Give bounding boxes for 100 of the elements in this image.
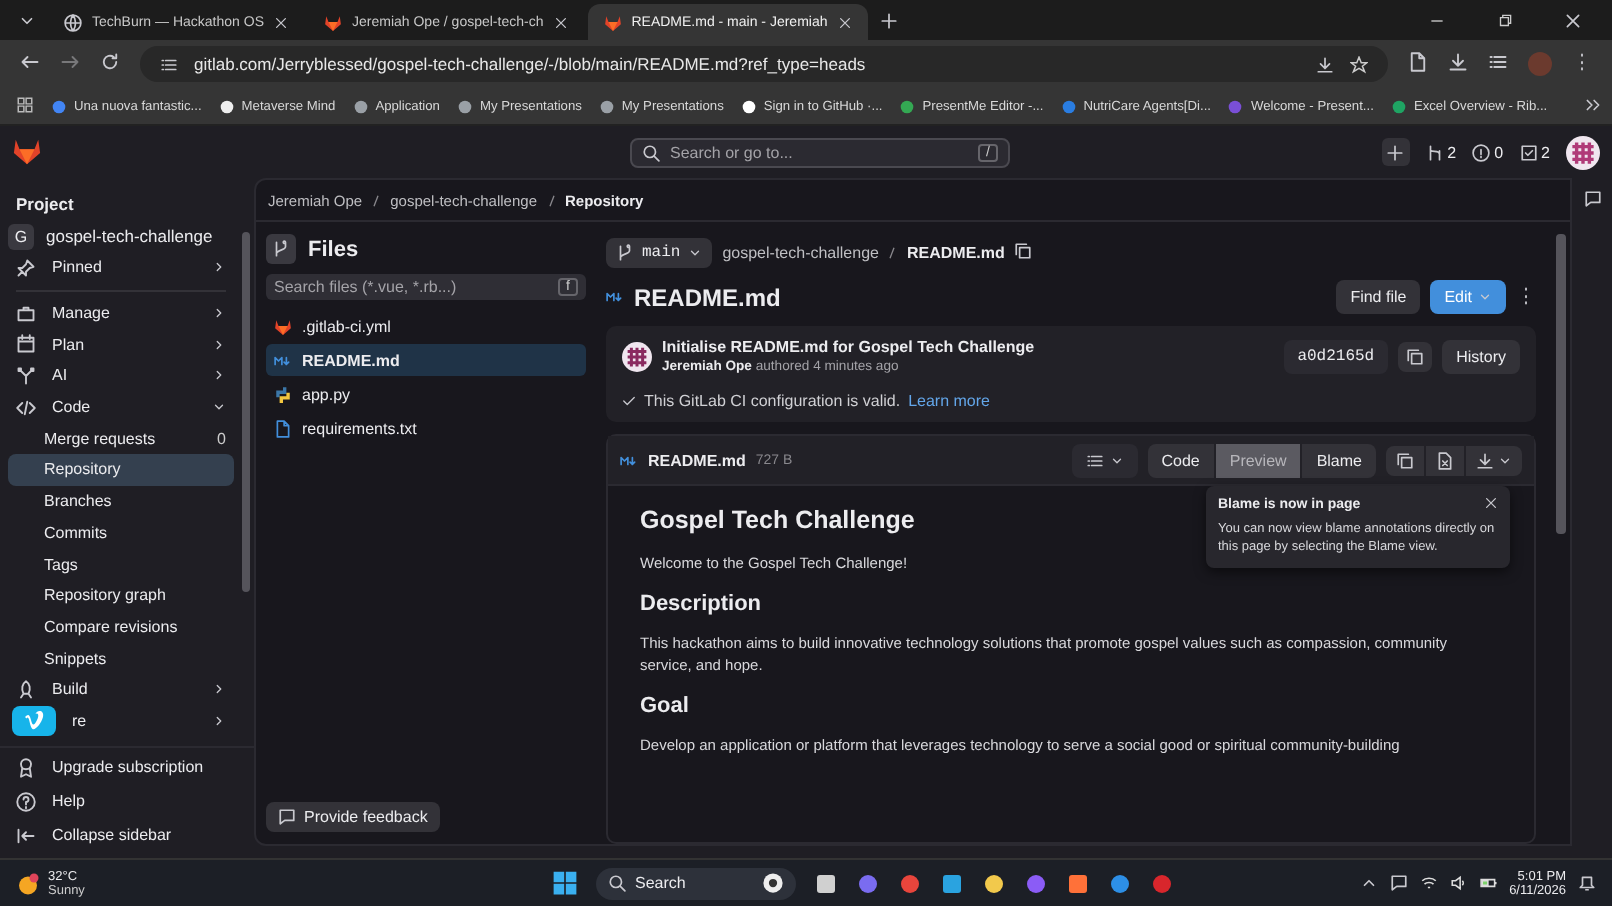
copy-icon [1396, 451, 1414, 469]
readme-subheading: Goal [640, 693, 691, 718]
view-toggle[interactable]: Blame [1302, 443, 1376, 477]
view-toggle[interactable]: Code [1147, 443, 1214, 477]
feedback-button[interactable]: Provide feedback [266, 802, 440, 832]
nav-item[interactable]: Manage [8, 297, 234, 329]
chevron-down-icon [1478, 290, 1492, 304]
history-button[interactable]: History [1442, 339, 1520, 373]
site-settings-icon [160, 55, 178, 73]
bookmark-favicon-icon [900, 99, 915, 113]
markdown-icon [274, 351, 292, 369]
user-avatar[interactable] [1566, 135, 1600, 169]
nav-subitem[interactable]: Compare revisions [8, 611, 234, 643]
nav-item[interactable]: Pinned [8, 252, 234, 284]
merge-request-icon [1425, 143, 1444, 161]
nav-item[interactable]: Code [8, 391, 234, 423]
search-icon [607, 874, 625, 892]
learn-more-link[interactable]: Learn more [908, 392, 990, 410]
taskbar-app-icon[interactable] [939, 871, 963, 895]
taskbar-app-icon[interactable] [813, 871, 837, 895]
copy-path-button[interactable] [1014, 242, 1033, 264]
branch-icon [616, 244, 634, 262]
bookmark-favicon-icon [1228, 99, 1243, 113]
nav-subitem[interactable]: Repository graph [8, 579, 234, 612]
open-raw-button[interactable] [1426, 445, 1464, 475]
chevron-right-icon [212, 713, 226, 728]
nav-item[interactable]: Plan [8, 328, 234, 361]
nav-subitem[interactable]: Repository [8, 454, 234, 486]
nav-icon [16, 679, 36, 700]
forward-arrow-icon [60, 52, 80, 72]
bookmark-favicon-icon [353, 99, 368, 113]
file-tree-item[interactable]: requirements.txt [266, 412, 586, 444]
speaker-icon [1449, 874, 1468, 892]
sidebar-footer-item[interactable]: Help [16, 790, 238, 812]
commit-message-link[interactable]: Initialise README.md for Gospel Tech Challenge [662, 338, 1035, 356]
close-icon [837, 15, 852, 29]
downloads-button[interactable] [1448, 52, 1468, 76]
project-link[interactable]: G gospel-tech-challenge [8, 220, 234, 252]
markdown-icon [620, 451, 638, 469]
outline-dropdown[interactable] [1071, 443, 1138, 477]
nav-subitem[interactable]: Branches [8, 485, 234, 517]
close-popover-button[interactable] [1484, 496, 1498, 514]
issue-icon [1472, 143, 1491, 161]
path-link[interactable]: gospel-tech-challenge [722, 244, 879, 262]
find-file-button[interactable]: Find file [1336, 280, 1421, 314]
download-icon [1476, 451, 1494, 469]
counter-button[interactable]: 0 [1472, 143, 1504, 161]
create-new-button[interactable] [1381, 138, 1410, 166]
taskbar-search-field[interactable]: Search [595, 867, 795, 899]
back-arrow-icon [20, 52, 40, 72]
markdown-icon [606, 288, 624, 306]
readme-subheading: Description [640, 591, 764, 616]
files-title: Files [308, 237, 359, 261]
nav-subitem[interactable]: Tags [8, 548, 234, 580]
nav-subitem[interactable]: Commits [8, 517, 234, 549]
copy-contents-button[interactable] [1386, 445, 1424, 475]
plus-icon [1386, 143, 1405, 161]
counter-button[interactable]: 2 [1519, 143, 1550, 161]
nav-item[interactable]: re [8, 705, 234, 737]
nav-item[interactable]: AI [8, 360, 234, 392]
sidebar-footer-item[interactable]: Upgrade subscription [16, 756, 238, 778]
copy-icon [1014, 242, 1033, 260]
bookmark-favicon-icon [1391, 99, 1406, 113]
nav-icon [16, 257, 36, 278]
nav-item[interactable]: Build [8, 673, 234, 706]
close-icon [553, 15, 568, 29]
path-current-file: README.md [906, 244, 1005, 262]
extensions-button[interactable] [1408, 52, 1428, 76]
bookmark-favicon-icon [599, 99, 614, 113]
snake-icon [274, 385, 292, 403]
floating-app-icon[interactable] [12, 705, 56, 736]
nav-subitem[interactable]: Snippets [8, 642, 234, 674]
chevron-right-icon [212, 337, 226, 352]
download-dropdown[interactable] [1466, 445, 1522, 475]
nav-icon [16, 303, 36, 324]
address-bar[interactable]: gitlab.com/Jerryblessed/gospel-tech-challenge/-/blob/main/README.md?ref_type=heads [140, 46, 1388, 82]
counter-button[interactable]: 2 [1425, 143, 1457, 161]
branch-dropdown[interactable]: main [606, 238, 713, 268]
nav-subitem[interactable]: Merge requests 0 [8, 422, 234, 455]
taskbar-app-icon[interactable] [981, 871, 1005, 895]
file-tree-item[interactable]: .gitlab-ci.yml [266, 310, 586, 342]
search-icon [642, 143, 660, 161]
commit-sha[interactable]: a0d2165d [1283, 339, 1389, 373]
start-button[interactable] [551, 870, 577, 896]
apps-button[interactable] [16, 95, 34, 117]
bookmark-favicon-icon [52, 99, 66, 113]
star-icon [1350, 55, 1368, 73]
taskbar-app-icon[interactable] [1065, 871, 1089, 895]
bookmark-favicon-icon [741, 99, 756, 113]
copy-sha-button[interactable] [1398, 341, 1433, 371]
file-name: README.md [648, 451, 746, 469]
taskbar-app-icon[interactable] [1107, 871, 1131, 895]
home-link[interactable] [12, 135, 42, 169]
close-icon [1563, 11, 1581, 29]
battery-icon [1479, 874, 1498, 892]
file-tree-item[interactable]: app.py [266, 378, 586, 410]
check-icon [622, 394, 636, 408]
file-tree-item[interactable]: README.md [266, 344, 586, 376]
bookmark-favicon-icon [457, 99, 472, 113]
sidebar-footer-item[interactable]: Collapse sidebar [16, 824, 238, 846]
